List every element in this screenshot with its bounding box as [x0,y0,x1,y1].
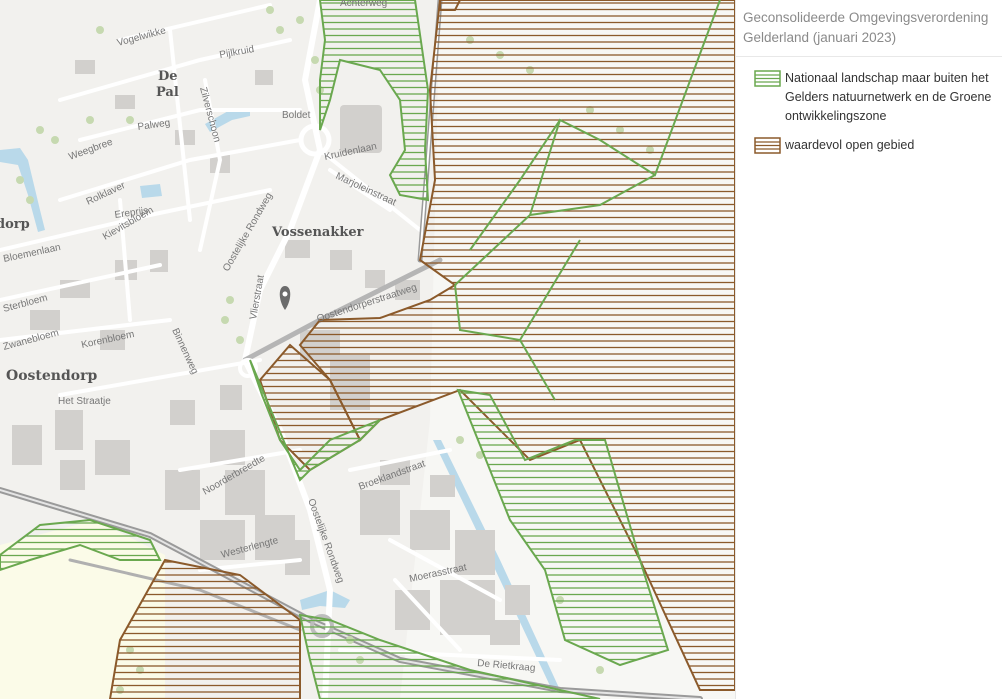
map-view[interactable]: De Pal Vossenakker Oostendorp dorp Achte… [0,0,735,699]
place-label-vossenakker: Vossenakker [271,225,364,240]
legend-item-nationaal-landschap: Nationaal landschap maar buiten het Geld… [754,69,996,126]
legend-item-waardevol-open-gebied: waardevol open gebied [754,136,996,155]
street-label-boldet: Boldet [282,110,311,121]
place-label-dorp: dorp [0,217,30,232]
legend-label-waardevol-open-gebied: waardevol open gebied [785,138,915,152]
legend-items: Nationaal landschap maar buiten het Geld… [736,57,1002,155]
legend-panel: Geconsolideerde Omgevingsverordening Gel… [735,0,1002,699]
street-label-achterweg: Achterweg [340,0,387,9]
brown-hatch-swatch-icon [754,137,781,154]
street-label-het-straatje: Het Straatje [58,396,111,407]
green-hatch-swatch-icon [754,70,781,87]
legend-title: Geconsolideerde Omgevingsverordening Gel… [736,0,1002,57]
place-label-oostendorp: Oostendorp [6,368,97,384]
map-canvas[interactable]: De Pal Vossenakker Oostendorp dorp Achte… [0,0,735,699]
place-label-de: De [158,69,178,84]
place-label-pal: Pal [156,85,179,100]
legend-label-nationaal-landschap: Nationaal landschap maar buiten het Geld… [785,71,992,123]
